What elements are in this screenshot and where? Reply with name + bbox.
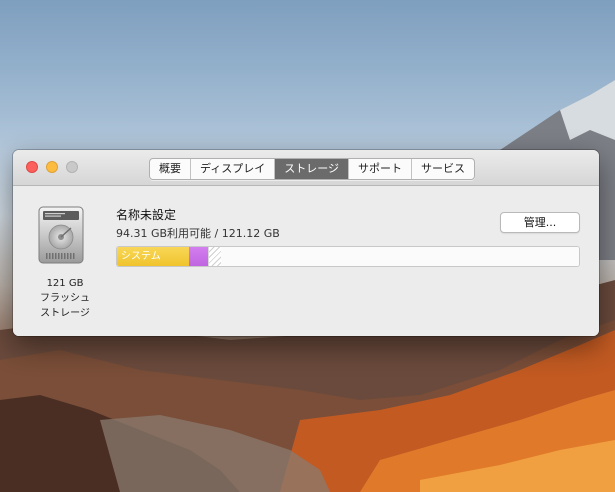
drive-name: 名称未設定 (116, 208, 177, 222)
about-this-mac-window: 概要 ディスプレイ ストレージ サポート サービス 121 GB フラッシュ ス… (13, 150, 599, 336)
tab-storage[interactable]: ストレージ (275, 159, 350, 179)
tab-support[interactable]: サポート (349, 159, 413, 179)
manage-button[interactable]: 管理... (500, 212, 580, 233)
disk-size: 121 GB (46, 278, 84, 289)
storage-usage-bar: システム (116, 246, 580, 267)
disk-type-line1: フラッシュ (40, 293, 90, 304)
tab-overview[interactable]: 概要 (150, 159, 191, 179)
minimize-button[interactable] (46, 161, 58, 173)
tab-bar: 概要 ディスプレイ ストレージ サポート サービス (149, 158, 476, 180)
desktop: 概要 ディスプレイ ストレージ サポート サービス 121 GB フラッシュ ス… (0, 0, 615, 492)
storage-segment-other[interactable] (189, 247, 208, 266)
storage-segment-free (221, 247, 579, 266)
hard-drive-icon (38, 206, 84, 264)
storage-segment-system-label: システム (121, 251, 161, 262)
storage-segment-purgeable[interactable] (208, 247, 221, 266)
zoom-button[interactable] (66, 161, 78, 173)
disk-label: 121 GB フラッシュ ストレージ (25, 276, 105, 321)
tab-service[interactable]: サービス (412, 159, 474, 179)
disk-type-line2: ストレージ (40, 308, 90, 319)
close-button[interactable] (26, 161, 38, 173)
drive-available: 94.31 GB利用可能 / 121.12 GB (116, 227, 280, 240)
tab-displays[interactable]: ディスプレイ (191, 159, 276, 179)
storage-panel: 121 GB フラッシュ ストレージ 名称未設定 94.31 GB利用可能 / … (13, 186, 599, 336)
titlebar: 概要 ディスプレイ ストレージ サポート サービス (13, 150, 599, 186)
storage-segment-system[interactable]: システム (117, 247, 190, 266)
